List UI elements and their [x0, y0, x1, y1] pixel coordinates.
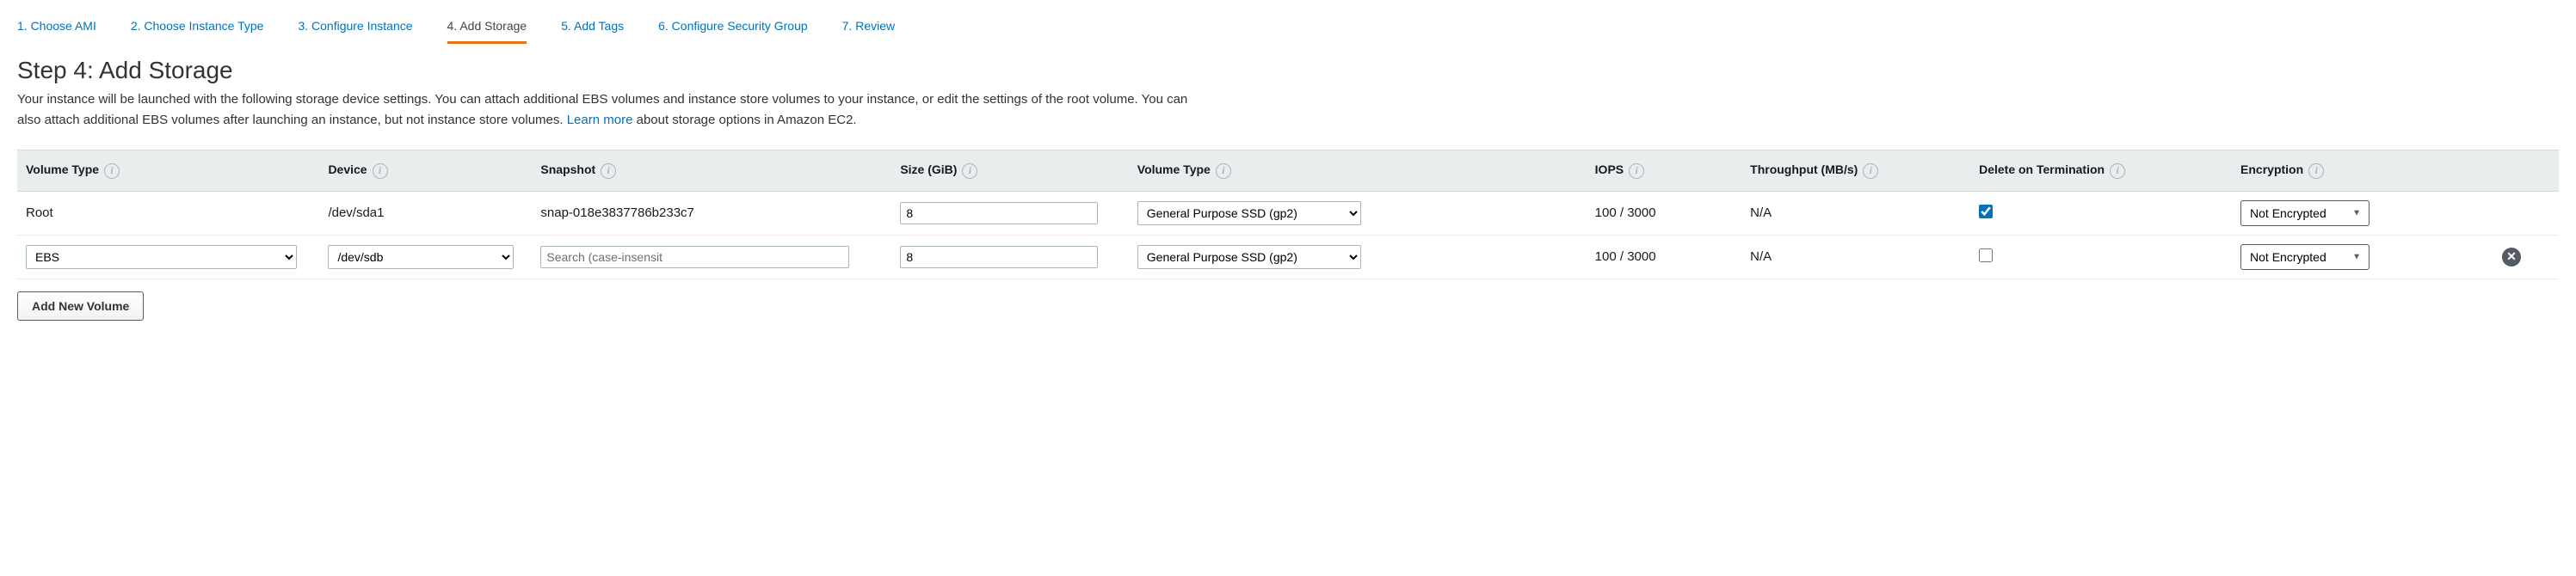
- delete-on-termination-checkbox[interactable]: [1979, 205, 1993, 218]
- header-snapshot: Snapshoti: [532, 150, 891, 192]
- info-icon[interactable]: i: [104, 163, 120, 179]
- tab-review[interactable]: 7. Review: [842, 14, 895, 44]
- cell-iops: 100 / 3000: [1587, 191, 1741, 235]
- header-device: Devicei: [319, 150, 532, 192]
- table-row: EBS /dev/sdb General Purpose SSD (gp2) 1…: [17, 235, 2559, 279]
- volume-type-select[interactable]: General Purpose SSD (gp2): [1137, 201, 1361, 225]
- header-encryption: Encryptioni: [2232, 150, 2493, 192]
- tab-add-tags[interactable]: 5. Add Tags: [561, 14, 624, 44]
- info-icon[interactable]: i: [2308, 163, 2324, 179]
- encryption-select[interactable]: Not Encrypted: [2240, 200, 2370, 226]
- wizard-tabs: 1. Choose AMI 2. Choose Instance Type 3.…: [17, 9, 2559, 45]
- header-volume-type: Volume Typei: [17, 150, 319, 192]
- cell-iops: 100 / 3000: [1587, 235, 1741, 279]
- info-icon[interactable]: i: [1863, 163, 1878, 179]
- encryption-select[interactable]: Not Encrypted: [2240, 244, 2370, 270]
- info-icon[interactable]: i: [2110, 163, 2125, 179]
- cell-device: /dev/sda1: [319, 191, 532, 235]
- tab-choose-ami[interactable]: 1. Choose AMI: [17, 14, 96, 44]
- header-throughput: Throughput (MB/s)i: [1741, 150, 1970, 192]
- header-delete-on-termination: Delete on Terminationi: [1970, 150, 2232, 192]
- page-title: Step 4: Add Storage: [17, 57, 2559, 84]
- add-new-volume-button[interactable]: Add New Volume: [17, 291, 144, 321]
- tab-choose-instance-type[interactable]: 2. Choose Instance Type: [131, 14, 264, 44]
- storage-table: Volume Typei Devicei Snapshoti Size (GiB…: [17, 150, 2559, 279]
- delete-on-termination-checkbox[interactable]: [1979, 248, 1993, 262]
- cell-throughput: N/A: [1741, 235, 1970, 279]
- cell-snapshot: snap-018e3837786b233c7: [532, 191, 891, 235]
- snapshot-search-input[interactable]: [540, 246, 848, 268]
- volume-type-select[interactable]: General Purpose SSD (gp2): [1137, 245, 1361, 269]
- size-input[interactable]: [900, 202, 1098, 224]
- size-input[interactable]: [900, 246, 1098, 268]
- info-icon[interactable]: i: [373, 163, 388, 179]
- tab-configure-instance[interactable]: 3. Configure Instance: [298, 14, 412, 44]
- cell-volume-type: Root: [17, 191, 319, 235]
- info-icon[interactable]: i: [601, 163, 616, 179]
- page-description: Your instance will be launched with the …: [17, 89, 1205, 131]
- header-size: Size (GiB)i: [891, 150, 1128, 192]
- device-select[interactable]: /dev/sdb: [328, 245, 514, 269]
- tab-configure-security-group[interactable]: 6. Configure Security Group: [658, 14, 808, 44]
- desc-text-2: about storage options in Amazon EC2.: [632, 113, 856, 127]
- volume-type-select-row[interactable]: EBS: [26, 245, 297, 269]
- header-volume-type-2: Volume Typei: [1129, 150, 1587, 192]
- learn-more-link[interactable]: Learn more: [567, 113, 633, 127]
- info-icon[interactable]: i: [1629, 163, 1644, 179]
- info-icon[interactable]: i: [962, 163, 977, 179]
- table-row: Root /dev/sda1 snap-018e3837786b233c7 Ge…: [17, 191, 2559, 235]
- remove-volume-icon[interactable]: ✕: [2502, 248, 2521, 267]
- cell-throughput: N/A: [1741, 191, 1970, 235]
- tab-add-storage[interactable]: 4. Add Storage: [447, 14, 527, 44]
- header-iops: IOPSi: [1587, 150, 1741, 192]
- info-icon[interactable]: i: [1216, 163, 1231, 179]
